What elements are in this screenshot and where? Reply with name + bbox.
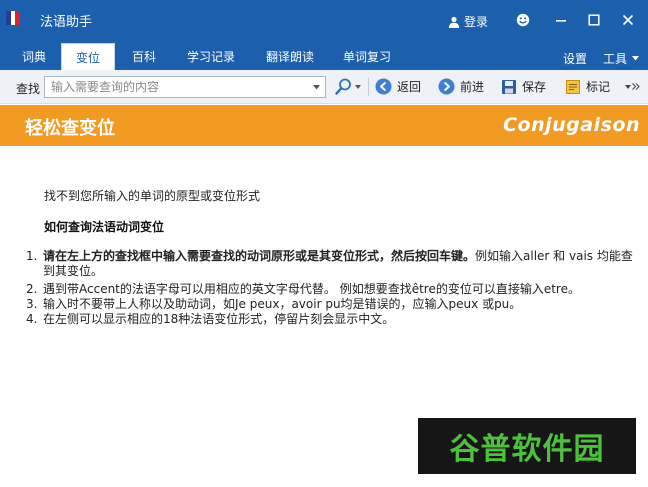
- maximize-button[interactable]: [582, 8, 606, 32]
- toolbar: 查找 返回 前进: [0, 70, 648, 104]
- step-text: 在左侧可以显示相应的18种法语变位形式，停留片刻会显示中文。: [43, 312, 395, 326]
- search-label: 查找: [16, 82, 41, 96]
- close-icon: [622, 14, 634, 26]
- chevron-down-icon: [312, 84, 320, 89]
- chevron-down-icon: [625, 84, 631, 89]
- login-button[interactable]: 登录: [448, 13, 488, 30]
- tools-menu[interactable]: 工具: [603, 50, 640, 67]
- banner-title: 轻松查变位: [25, 118, 115, 139]
- mark-label: 标记: [586, 80, 611, 94]
- search-history-dropdown[interactable]: [309, 79, 323, 95]
- list-item: 1. 请在左上方的查找框中输入需要查找的动词原形或是其变位形式，然后按回车键。例…: [26, 249, 638, 279]
- back-button[interactable]: 返回: [375, 78, 421, 95]
- login-label: 登录: [464, 15, 489, 29]
- tab-dictionary[interactable]: 词典: [14, 43, 54, 70]
- site-watermark: 谷普软件园: [418, 418, 636, 474]
- chevron-down-icon: [632, 56, 640, 61]
- title-bar: 法语助手 登录: [0, 0, 648, 40]
- howto-heading: 如何查询法语动词变位: [44, 220, 165, 234]
- back-arrow-icon: [375, 78, 392, 95]
- save-label: 保存: [522, 80, 547, 94]
- toolbar-overflow-button[interactable]: [625, 83, 640, 90]
- maximize-icon: [588, 14, 600, 26]
- magnifier-icon: [335, 78, 351, 95]
- tools-label: 工具: [603, 52, 628, 66]
- search-button[interactable]: [335, 78, 361, 95]
- tab-translate-read[interactable]: 翻译朗读: [255, 43, 325, 70]
- tab-conjugation[interactable]: 变位: [61, 43, 115, 70]
- step-number: 2.: [26, 282, 38, 296]
- banner-subtitle: Conjugaison: [503, 114, 640, 136]
- chevron-right-double-icon: [632, 83, 640, 90]
- chevron-down-icon: [355, 84, 361, 89]
- step-bold-text: 请在左上方的查找框中输入需要查找的动词原形或是其变位形式，然后按回车键。: [43, 249, 476, 263]
- smiley-button[interactable]: [511, 8, 535, 32]
- step-number: 1.: [26, 249, 38, 263]
- forward-arrow-icon: [438, 78, 455, 95]
- save-button[interactable]: 保存: [501, 78, 546, 95]
- step-text: 输入时不要带上人称以及助动词，如Je peux，avoir pu均是错误的，应输…: [43, 297, 522, 311]
- watermark-text: 谷普软件园: [449, 432, 605, 467]
- tab-study-records[interactable]: 学习记录: [176, 43, 246, 70]
- menu-bar: 词典 变位 百科 学习记录 翻译朗读 单词复习 设置 工具: [0, 40, 648, 70]
- tab-encyclopedia[interactable]: 百科: [122, 43, 166, 70]
- bookmark-note-icon: [566, 79, 580, 94]
- not-found-message: 找不到您所输入的单词的原型或变位形式: [44, 189, 261, 203]
- back-label: 返回: [397, 80, 422, 94]
- tab-word-review[interactable]: 单词复习: [332, 43, 402, 70]
- mark-button[interactable]: 标记: [565, 78, 610, 95]
- floppy-disk-icon: [502, 79, 516, 94]
- list-item: 3. 输入时不要带上人称以及助动词，如Je peux，avoir pu均是错误的…: [26, 297, 638, 312]
- step-text: 遇到带Accent的法语字母可以用相应的英文字母代替。 例如想要查找être的变…: [43, 282, 580, 296]
- minimize-button[interactable]: [549, 8, 573, 32]
- forward-label: 前进: [460, 80, 485, 94]
- minimize-icon: [556, 20, 566, 22]
- step-number: 3.: [26, 297, 38, 311]
- list-item: 4. 在左侧可以显示相应的18种法语变位形式，停留片刻会显示中文。: [26, 312, 638, 327]
- french-flag-icon: [6, 11, 21, 25]
- conjugation-banner: 轻松查变位 Conjugaison: [0, 105, 648, 146]
- app-title: 法语助手: [40, 15, 93, 30]
- search-input[interactable]: [45, 77, 309, 97]
- howto-steps-list: 1. 请在左上方的查找框中输入需要查找的动词原形或是其变位形式，然后按回车键。例…: [26, 249, 638, 327]
- settings-menu[interactable]: 设置: [563, 50, 587, 67]
- toolbar-divider: [368, 78, 369, 96]
- smiley-icon: [516, 13, 530, 27]
- user-icon: [448, 16, 460, 28]
- search-box: [44, 76, 326, 98]
- close-button[interactable]: [616, 8, 640, 32]
- step-number: 4.: [26, 312, 38, 326]
- forward-button[interactable]: 前进: [438, 78, 484, 95]
- list-item: 2. 遇到带Accent的法语字母可以用相应的英文字母代替。 例如想要查找êtr…: [26, 282, 638, 297]
